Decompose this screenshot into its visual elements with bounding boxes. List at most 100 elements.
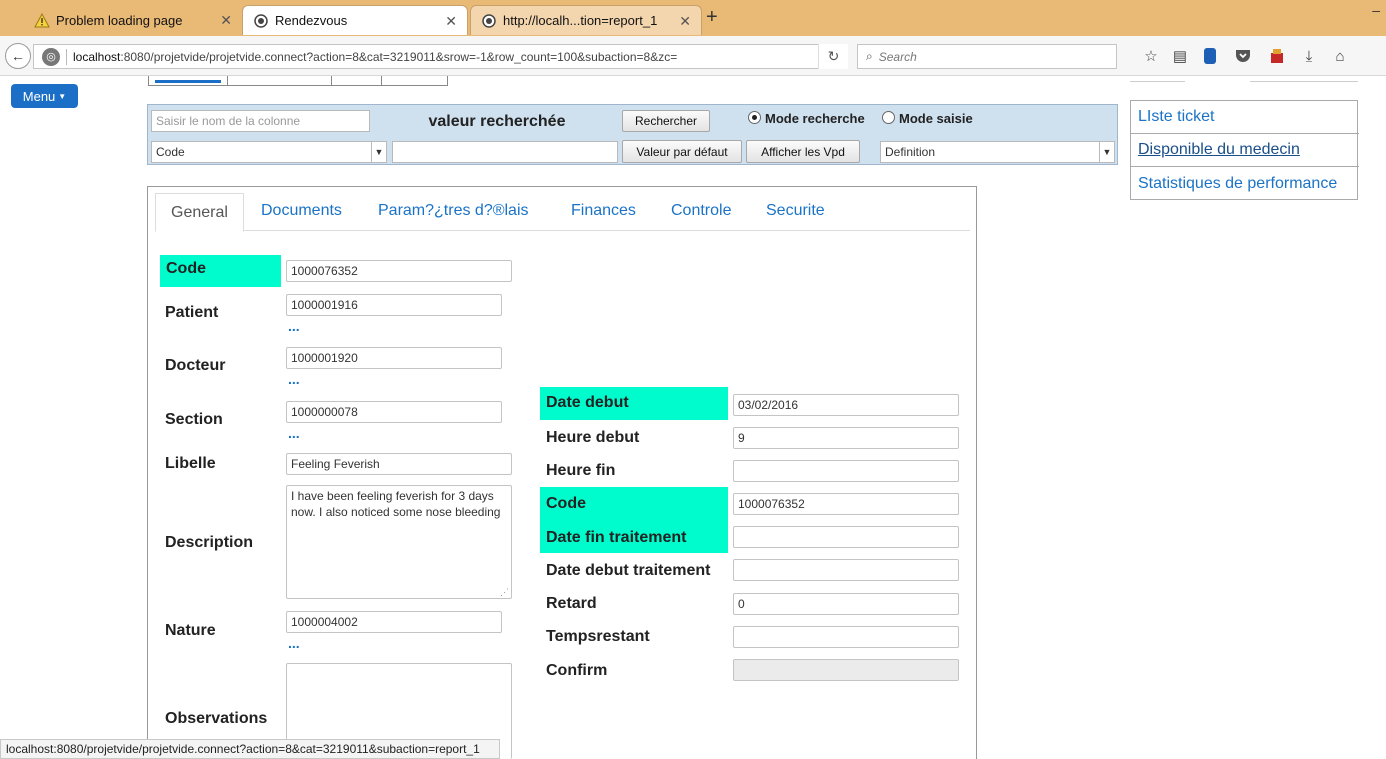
heure-debut-field[interactable]: 9 <box>733 427 959 449</box>
confirm-label: Confirm <box>546 662 608 679</box>
libelle-field[interactable]: Feeling Feverish <box>286 453 512 475</box>
definition-select[interactable]: Definition ▼ <box>880 141 1115 163</box>
tab-documents[interactable]: Documents <box>261 202 342 220</box>
close-tab-icon[interactable]: ✕ <box>220 12 232 29</box>
nature-lookup-link[interactable]: ... <box>288 635 300 651</box>
menu-button[interactable]: Menu ▼ <box>11 84 78 108</box>
mode-entry-label: Mode saisie <box>899 111 973 126</box>
extension-icon[interactable] <box>1267 46 1287 66</box>
column-select[interactable]: Code ▼ <box>151 141 387 163</box>
tab-title: http://localh...tion=report_1 <box>503 13 658 28</box>
menu-label: Menu <box>22 88 56 104</box>
browser-search-box[interactable]: ⌕ Search <box>857 44 1117 69</box>
tab-controle[interactable]: Controle <box>671 202 731 220</box>
date-debut-label: Date debut <box>540 387 728 420</box>
search-value-header: valeur recherchée <box>428 113 566 130</box>
code-field[interactable]: 1000076352 <box>286 260 512 282</box>
heure-debut-label: Heure debut <box>546 429 640 446</box>
browser-tab-report[interactable]: http://localh...tion=report_1 ✕ <box>470 5 702 35</box>
bookmark-star-icon[interactable]: ☆ <box>1141 46 1161 66</box>
description-label: Description <box>165 534 254 551</box>
nature-field[interactable]: 1000004002 <box>286 611 502 633</box>
pocket-icon[interactable] <box>1233 46 1253 66</box>
tab-finances[interactable]: Finances <box>571 202 636 220</box>
section-label: Section <box>165 411 223 428</box>
download-icon[interactable]: ⤓ <box>1299 46 1319 66</box>
database-icon[interactable] <box>1200 46 1220 66</box>
resize-handle-icon[interactable]: ⋰ <box>500 587 509 598</box>
section-lookup-link[interactable]: ... <box>288 425 300 441</box>
tab-general[interactable]: General <box>155 193 244 232</box>
home-icon[interactable]: ⌂ <box>1330 46 1350 66</box>
new-tab-icon[interactable]: + <box>706 6 718 29</box>
column-name-input[interactable]: Saisir le nom de la colonne <box>151 110 370 132</box>
chevron-down-icon: ▼ <box>371 142 386 162</box>
code-label: Code <box>160 255 281 287</box>
libelle-label: Libelle <box>165 455 216 472</box>
date-fin-traitement-field[interactable] <box>733 526 959 548</box>
close-tab-icon[interactable]: ✕ <box>445 13 457 30</box>
code-right-field[interactable]: 1000076352 <box>733 493 959 515</box>
browser-tab-bar: Problem loading page ✕ Rendezvous ✕ http… <box>0 0 1386 36</box>
caret-down-icon: ▼ <box>58 91 67 101</box>
tabs-underline <box>155 230 970 231</box>
close-tab-icon[interactable]: ✕ <box>679 13 691 30</box>
search-panel: Saisir le nom de la colonne valeur reche… <box>147 104 1118 165</box>
page-icon <box>253 13 269 29</box>
reload-icon[interactable]: ↻ <box>818 44 848 69</box>
search-value-input[interactable] <box>392 141 618 163</box>
side-link-doctor-availability[interactable]: Disponible du medecin <box>1131 134 1359 167</box>
search-icon: ⌕ <box>866 49 873 63</box>
docteur-label: Docteur <box>165 357 226 374</box>
search-button[interactable]: Rechercher <box>622 110 710 132</box>
default-value-button[interactable]: Valeur par défaut <box>622 140 742 163</box>
search-placeholder: Search <box>878 49 917 64</box>
docteur-lookup-link[interactable]: ... <box>288 371 300 387</box>
tab-title: Rendezvous <box>275 13 348 28</box>
description-textarea[interactable]: I have been feeling feverish for 3 days … <box>286 485 512 599</box>
patient-field[interactable]: 1000001916 <box>286 294 502 316</box>
radio-selected-icon <box>748 111 761 124</box>
globe-icon: ◎ <box>42 47 60 66</box>
docteur-field[interactable]: 1000001920 <box>286 347 502 369</box>
side-links-panel: LIste ticket Disponible du medecin Stati… <box>1130 100 1359 200</box>
page-icon <box>481 13 497 29</box>
back-arrow-icon[interactable]: ← <box>5 43 31 69</box>
date-debut-field[interactable]: 03/02/2016 <box>733 394 959 416</box>
mode-entry-radio[interactable]: Mode saisie <box>882 111 992 129</box>
chevron-down-icon: ▼ <box>1099 142 1114 162</box>
minimize-icon[interactable]: – <box>1372 2 1380 18</box>
browser-tab-problem-loading[interactable]: Problem loading page ✕ <box>24 5 242 35</box>
reading-list-icon[interactable]: ▤ <box>1170 46 1190 66</box>
tab-securite[interactable]: Securite <box>766 202 825 220</box>
definition-select-value: Definition <box>885 145 936 159</box>
section-field[interactable]: 1000000078 <box>286 401 502 423</box>
date-debut-traitement-field[interactable] <box>733 559 959 581</box>
tempsrestant-label: Tempsrestant <box>546 628 650 645</box>
patient-label: Patient <box>165 304 219 321</box>
date-debut-traitement-label: Date debut traitement <box>546 562 711 579</box>
url-bar[interactable]: ◎ localhost:8080/projetvide/projetvide.c… <box>33 44 848 69</box>
side-link-performance-stats[interactable]: Statistiques de performance <box>1131 167 1359 200</box>
top-tab-strip <box>148 76 448 86</box>
tab-title: Problem loading page <box>56 12 183 28</box>
retard-label: Retard <box>546 595 597 612</box>
heure-fin-field[interactable] <box>733 460 959 482</box>
show-vpd-button[interactable]: Afficher les Vpd <box>746 140 860 163</box>
url-path: :8080/projetvide/projetvide.connect?acti… <box>120 49 678 64</box>
browser-tab-rendezvous[interactable]: Rendezvous ✕ <box>242 5 468 35</box>
observations-label: Observations <box>165 710 268 727</box>
mode-search-radio[interactable]: Mode recherche <box>748 111 883 129</box>
radio-unselected-icon <box>882 111 895 124</box>
heure-fin-label: Heure fin <box>546 462 616 479</box>
warning-icon <box>34 12 50 28</box>
retard-field[interactable]: 0 <box>733 593 959 615</box>
tempsrestant-field[interactable] <box>733 626 959 648</box>
status-bar: localhost:8080/projetvide/projetvide.con… <box>0 739 500 759</box>
tab-delay-parameters[interactable]: Param?¿tres d?®lais <box>378 202 529 220</box>
mode-search-label: Mode recherche <box>765 111 865 126</box>
patient-lookup-link[interactable]: ... <box>288 318 300 334</box>
side-link-ticket-list[interactable]: LIste ticket <box>1131 101 1359 134</box>
url-host: localhost <box>73 49 121 64</box>
confirm-field <box>733 659 959 681</box>
